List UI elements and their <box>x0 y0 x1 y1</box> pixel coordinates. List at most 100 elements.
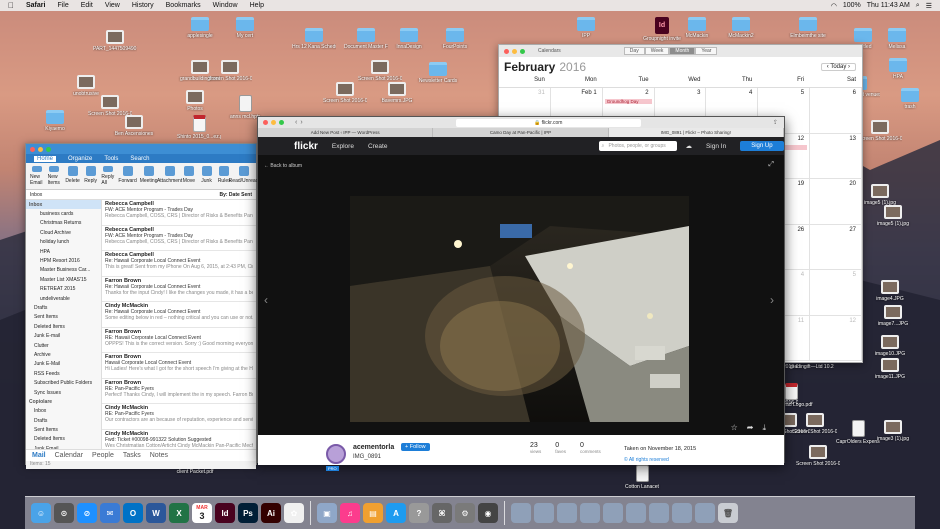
desktop-icon[interactable]: Shinto 2015_0...ez.pdf <box>177 115 221 140</box>
desktop-icon[interactable]: image4.JPG <box>868 280 912 302</box>
folder-item[interactable]: Copiolare <box>26 397 101 406</box>
download-icon[interactable]: ⤓ <box>762 423 766 433</box>
dock-icon-launchpad[interactable]: ⊙ <box>54 503 74 523</box>
app-menu[interactable]: Safari <box>20 2 51 9</box>
folder-item[interactable]: HPA <box>26 247 101 256</box>
close-button[interactable] <box>30 146 35 152</box>
message-row[interactable]: Rebecca Campbell FW: ACE Mentor Program -… <box>102 200 256 226</box>
minimize-button[interactable] <box>512 48 517 54</box>
desktop-icon[interactable]: grandbuildingfront <box>178 60 222 82</box>
folder-item[interactable]: Inbox <box>26 407 101 416</box>
dock-icon-system-preferences[interactable]: ⚙ <box>455 503 475 523</box>
tab-home[interactable]: Home <box>34 155 57 162</box>
apple-menu-icon[interactable]:  <box>0 1 20 10</box>
ribbon-button[interactable]: Meeting <box>140 166 157 186</box>
folder-item[interactable]: Cloud Archive <box>26 228 101 237</box>
share-arrow-icon[interactable]: ➦ <box>747 423 754 433</box>
sign-in-link[interactable]: Sign In <box>706 143 726 150</box>
folder-item[interactable]: Christmas Returns <box>26 219 101 228</box>
upload-cloud-icon[interactable]: ☁ <box>685 142 692 150</box>
browser-tab[interactable]: Camo Day at Pan-Pacific | IPP <box>433 128 609 137</box>
tab-tools[interactable]: Tools <box>104 156 118 162</box>
desktop-icon[interactable]: Melissa <box>875 28 919 50</box>
dock-minimized-window[interactable] <box>603 503 623 523</box>
minimize-button[interactable] <box>38 146 43 152</box>
share-icon[interactable]: ⇪ <box>773 119 778 126</box>
flickr-logo[interactable]: flickr <box>294 141 318 152</box>
fave-icon[interactable]: ☆ <box>731 423 738 433</box>
ribbon-button[interactable]: Forward <box>118 166 137 186</box>
message-row[interactable]: Farron Brown RE: Pan-Pacific Fyers Perfect… <box>102 379 256 404</box>
desktop-icon[interactable]: FourPoints <box>433 28 477 50</box>
avatar[interactable] <box>326 444 346 464</box>
sign-up-button[interactable]: Sign Up <box>740 141 784 151</box>
dock-icon-photoshop[interactable]: Ps <box>238 503 258 523</box>
folder-item[interactable]: holiday lunch <box>26 238 101 247</box>
dock-minimized-window[interactable] <box>695 503 715 523</box>
nav-people[interactable]: People <box>92 452 114 459</box>
desktop-icon[interactable]: Photos <box>173 90 217 112</box>
folder-item[interactable]: Drafts <box>26 303 101 312</box>
ribbon-button[interactable]: Reply All <box>101 166 115 186</box>
desktop-icon[interactable]: Screen Shot 2016-0...6.13 AM <box>358 60 402 82</box>
folder-item[interactable]: Drafts <box>26 416 101 425</box>
sort-order[interactable]: By: Date Sent <box>219 192 252 198</box>
desktop-icon[interactable]: Bavemrs.JPG <box>375 82 419 104</box>
desktop-icon[interactable]: Elmbeimthe site <box>786 17 830 39</box>
desktop-icon[interactable]: Cotton Lanacet <box>620 465 664 490</box>
spotlight-icon[interactable]: ⌕ <box>916 2 920 10</box>
today-button[interactable]: ‹ Today › <box>820 63 856 71</box>
folder-item[interactable]: Sync Issues <box>26 388 101 397</box>
desktop-icon[interactable]: Kiyaemo <box>33 110 77 132</box>
desktop-icon[interactable]: PART_1447509490 2017_2...5862.jpg <box>93 30 137 52</box>
dock-minimized-window[interactable] <box>672 503 692 523</box>
notifications-icon[interactable]: ☰ <box>926 2 932 10</box>
desktop-icon[interactable]: image11.JPG <box>868 358 912 380</box>
folder-item[interactable]: Junk E-mail <box>26 331 101 340</box>
day-cell[interactable]: 13 <box>810 133 862 179</box>
dock-icon-word[interactable]: W <box>146 503 166 523</box>
folder-item[interactable]: Junk E-Mail <box>26 360 101 369</box>
owner-name[interactable]: acementorla <box>353 444 394 451</box>
desktop-icon[interactable]: My cert <box>223 17 267 39</box>
menu-window[interactable]: Window <box>207 2 244 9</box>
folder-item[interactable]: Master Business Car... <box>26 266 101 275</box>
folder-item[interactable]: RSS Feeds <box>26 369 101 378</box>
zoom-button[interactable] <box>520 48 525 54</box>
message-row[interactable]: Farron Brown RE: Hawaii Corporate Local C… <box>102 328 256 353</box>
follow-button[interactable]: + Follow <box>401 443 430 451</box>
desktop-icon[interactable]: Document Master Folder <box>344 28 388 50</box>
address-bar[interactable]: 🔒 flickr.com <box>455 118 641 127</box>
menu-file[interactable]: File <box>51 2 74 9</box>
folder-item[interactable]: HPM Resort 2016 <box>26 256 101 265</box>
message-row[interactable]: Cindy McMackin RE: Pan-Pacific Fyers Our c… <box>102 404 256 430</box>
clock[interactable]: Thu 11:43 AM <box>867 2 910 10</box>
tab-organize[interactable]: Organize <box>68 156 92 162</box>
dock-icon-preview[interactable]: ▣ <box>317 503 337 523</box>
browser-tab[interactable]: Add New Post ‹ IPP — WordPress <box>258 128 434 137</box>
nav-create[interactable]: Create <box>368 143 388 150</box>
folder-item[interactable]: Sent Items <box>26 425 101 434</box>
message-row[interactable]: Cindy McMackin Re: Hawaii Corporate Local… <box>102 302 256 328</box>
folder-item[interactable]: Clutter <box>26 341 101 350</box>
folder-item[interactable]: Archive <box>26 350 101 359</box>
battery-percent[interactable]: 100% <box>843 2 861 10</box>
search-scope[interactable]: Inbox <box>30 192 42 198</box>
dock-icon-photos[interactable]: ✿ <box>284 503 304 523</box>
dock-icon-itunes[interactable]: ♫ <box>340 503 360 523</box>
view-month[interactable]: Month <box>669 47 696 55</box>
desktop-icon[interactable]: unobtrusive <box>64 75 108 97</box>
dock-icon-calendar[interactable]: MAR 3 <box>192 503 212 523</box>
desktop-icon[interactable]: image5 (1).jpg <box>858 184 902 206</box>
folder-item[interactable]: RETREAT 2015 <box>26 285 101 294</box>
desktop-icon[interactable]: IPP <box>564 17 608 39</box>
dock-icon-ibooks[interactable]: ▤ <box>363 503 383 523</box>
nav-explore[interactable]: Explore <box>332 143 354 150</box>
folder-item[interactable]: undeliverable <box>26 294 101 303</box>
menu-edit[interactable]: Edit <box>75 2 99 9</box>
dock-icon-app-store[interactable]: A <box>386 503 406 523</box>
day-cell[interactable]: 20 <box>810 179 862 225</box>
menu-history[interactable]: History <box>126 2 160 9</box>
folder-item[interactable]: business cards <box>26 209 101 218</box>
day-cell[interactable]: 5 <box>810 270 862 316</box>
